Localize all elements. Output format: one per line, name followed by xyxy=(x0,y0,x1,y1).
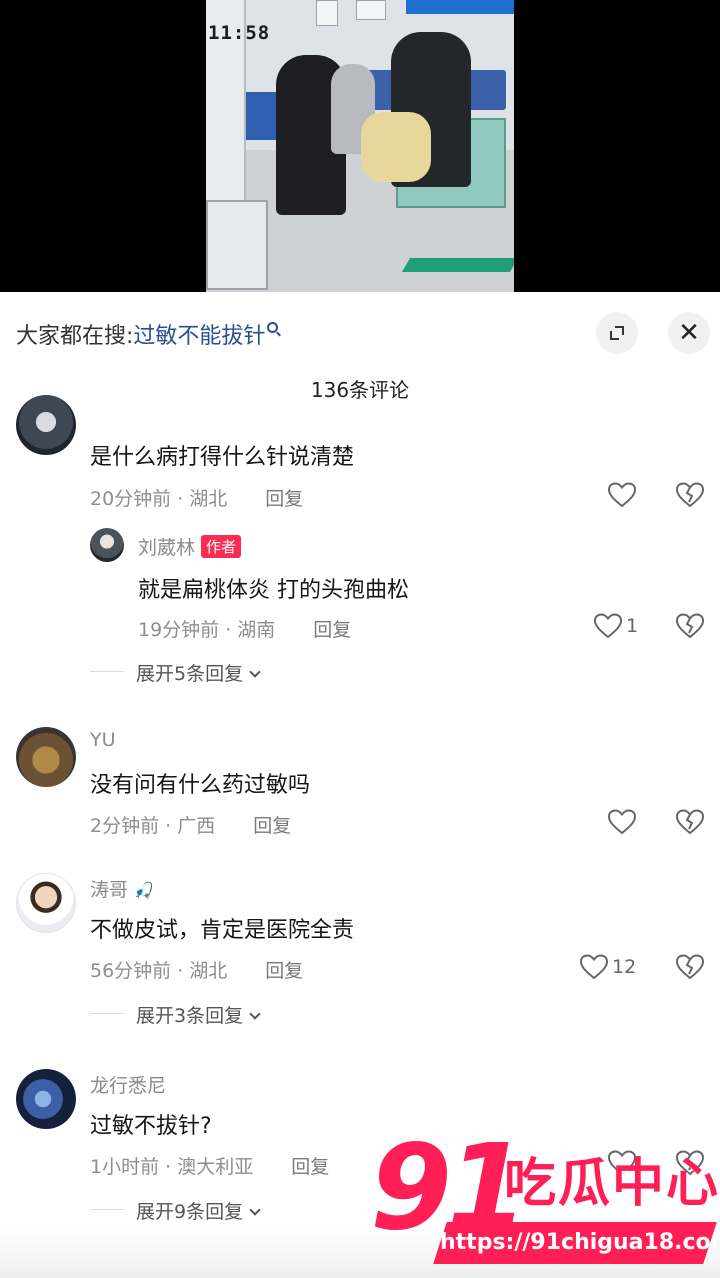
reply-button[interactable]: 回复 xyxy=(265,960,303,982)
expand-replies-button[interactable]: 展开3条回复 xyxy=(136,1001,261,1028)
fishing-icon: 🎣 xyxy=(134,881,154,900)
reply-button[interactable]: 回复 xyxy=(253,815,291,837)
comment-meta: 2分钟前 · 广西 回复 xyxy=(90,811,291,838)
comment-time: 56分钟前 · 湖北 xyxy=(90,960,228,982)
watermark-logo: 91 吃瓜中心 https://91chigua18.com xyxy=(370,1128,720,1273)
like-button[interactable] xyxy=(608,809,636,835)
comment-time: 2分钟前 · 广西 xyxy=(90,815,216,837)
avatar[interactable] xyxy=(90,528,124,562)
like-button[interactable] xyxy=(608,482,636,508)
close-icon: ✕ xyxy=(678,318,700,348)
comment-count: 136条评论 xyxy=(310,378,410,402)
expand-replies-label: 展开3条回复 xyxy=(136,1005,244,1027)
watermark-url-banner: https://91chigua18.com xyxy=(433,1222,720,1264)
divider xyxy=(90,1209,124,1210)
comment-time: 1小时前 · 澳大利亚 xyxy=(90,1156,254,1178)
author-badge: 作者 xyxy=(201,535,242,558)
comment-author[interactable]: 涛哥 🎣 xyxy=(90,875,154,902)
heart-icon xyxy=(580,954,608,980)
expand-replies-button[interactable]: 展开9条回复 xyxy=(136,1197,261,1224)
search-icon xyxy=(267,322,279,333)
search-keyword[interactable]: 过敏不能拔针 xyxy=(133,324,265,349)
video-sign xyxy=(316,0,338,26)
dislike-icon[interactable] xyxy=(676,613,704,639)
chevron-down-icon xyxy=(249,1008,261,1020)
comment-text: 过敏不拔针? xyxy=(90,1114,212,1139)
video-sign xyxy=(356,0,386,20)
reply-meta: 19分钟前 · 湖南 回复 xyxy=(138,615,351,642)
comment-author[interactable]: 龙行悉尼 xyxy=(90,1071,166,1098)
like-count: 12 xyxy=(612,956,637,978)
comment-panel: 大家都在搜:过敏不能拔针 ✕ 136条评论 是什么病打得什么针说清楚 20分钟前… xyxy=(0,292,720,1278)
video-patient xyxy=(361,112,431,182)
like-button[interactable]: 12 xyxy=(580,954,636,980)
comment-author[interactable]: YU xyxy=(90,729,116,751)
expand-replies-label: 展开5条回复 xyxy=(136,663,244,685)
comment-text: 没有问有什么药过敏吗 xyxy=(90,773,311,798)
comment-text: 是什么病打得什么针说清楚 xyxy=(90,445,355,470)
close-button[interactable]: ✕ xyxy=(668,312,710,354)
video-floor-line xyxy=(401,258,514,272)
video-timestamp: 11:58 xyxy=(208,22,271,44)
avatar[interactable] xyxy=(16,1069,76,1129)
reply-button[interactable]: 回复 xyxy=(291,1156,329,1178)
dislike-icon[interactable] xyxy=(676,809,704,835)
chevron-down-icon xyxy=(249,1204,261,1216)
reply-author[interactable]: 刘葳林 作者 xyxy=(138,533,242,560)
expand-replies-label: 展开9条回复 xyxy=(136,1201,244,1223)
reply-button[interactable]: 回复 xyxy=(313,619,351,641)
reply-button[interactable]: 回复 xyxy=(265,488,303,510)
heart-icon xyxy=(594,613,622,639)
search-prefix: 大家都在搜: xyxy=(16,324,134,349)
reply-text: 就是扁桃体炎 打的头孢曲松 xyxy=(138,578,409,603)
dislike-icon[interactable] xyxy=(676,954,704,980)
comment-meta: 56分钟前 · 湖北 回复 xyxy=(90,956,303,983)
like-count: 1 xyxy=(626,615,639,637)
comment-time: 20分钟前 · 湖北 xyxy=(90,488,228,510)
video-blue-stripe xyxy=(406,0,514,14)
avatar[interactable] xyxy=(16,873,76,933)
comment-meta: 20分钟前 · 湖北 回复 xyxy=(90,484,303,511)
divider xyxy=(90,671,124,672)
avatar[interactable] xyxy=(16,727,76,787)
comment-meta: 1小时前 · 澳大利亚 回复 xyxy=(90,1152,329,1179)
expand-replies-button[interactable]: 展开5条回复 xyxy=(136,659,261,686)
expand-icon xyxy=(610,326,624,340)
search-suggestion[interactable]: 大家都在搜:过敏不能拔针 xyxy=(16,318,279,350)
comment-author-name: 涛哥 xyxy=(90,879,129,901)
reply-time: 19分钟前 · 湖南 xyxy=(138,619,276,641)
like-button[interactable]: 1 xyxy=(594,613,638,639)
comment-text: 不做皮试，肯定是医院全责 xyxy=(90,918,355,943)
watermark-name: 吃瓜中心 xyxy=(504,1154,720,1214)
avatar[interactable] xyxy=(16,395,76,455)
video-frame: 11:58 xyxy=(206,0,514,292)
heart-icon xyxy=(608,482,636,508)
chevron-down-icon xyxy=(249,666,261,678)
expand-button[interactable] xyxy=(596,312,638,354)
video-player[interactable]: 11:58 xyxy=(0,0,720,292)
reply-author-name: 刘葳林 xyxy=(138,537,196,559)
heart-icon xyxy=(608,809,636,835)
video-cart xyxy=(206,200,268,290)
watermark-url: https://91chigua18.com xyxy=(440,1230,720,1255)
divider xyxy=(90,1013,124,1014)
dislike-icon[interactable] xyxy=(676,482,704,508)
